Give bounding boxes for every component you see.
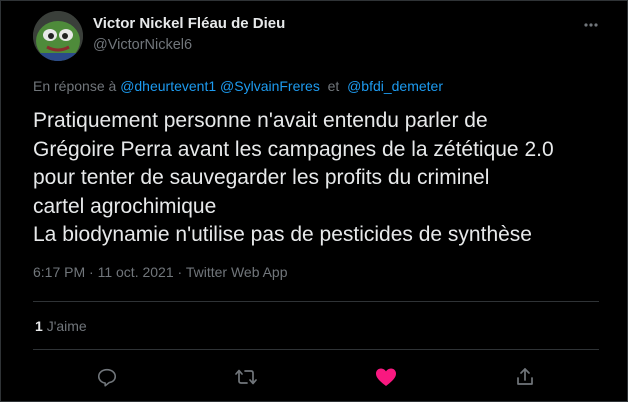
tweet-text-line: Pratiquement personne n'avait entendu pa… [33, 109, 488, 132]
more-icon[interactable] [579, 13, 603, 37]
avatar[interactable] [33, 11, 83, 61]
tweet-text: Pratiquement personne n'avait entendu pa… [33, 107, 613, 250]
meta-separator: · [89, 264, 94, 280]
reply-context: En réponse à @dheurtevent1 @SylvainFrere… [33, 78, 443, 94]
tweet-text-line: cartel agrochimique [33, 194, 217, 218]
share-icon[interactable] [511, 363, 539, 391]
likes-count: 1 [35, 318, 43, 334]
divider [33, 349, 599, 350]
author-name[interactable]: Victor Nickel Fléau de Dieu [93, 15, 285, 32]
reply-icon[interactable] [93, 363, 121, 391]
mention-link[interactable]: @dheurtevent1 [120, 78, 216, 94]
tweet-meta: 6:17 PM · 11 oct. 2021 · Twitter Web App [33, 264, 288, 280]
tweet-text-line: pour tenter de sauvegarder les profits d… [33, 166, 490, 189]
tweet-source[interactable]: Twitter Web App [186, 264, 288, 280]
reply-conjunction: et [327, 78, 340, 94]
tweet-date[interactable]: 11 oct. 2021 [98, 264, 174, 280]
tweet-time[interactable]: 6:17 PM [33, 264, 85, 280]
tweet-card: Victor Nickel Fléau de Dieu @VictorNicke… [0, 0, 628, 402]
mention-link[interactable]: @bfdi_demeter [347, 78, 443, 94]
likes-stat[interactable]: 1 J'aime [35, 318, 87, 334]
likes-label: J'aime [46, 318, 87, 334]
author-handle[interactable]: @VictorNickel6 [93, 37, 192, 53]
reply-prefix: En réponse à [33, 78, 117, 94]
tweet-text-line: La biodynamie n'utilise pas de pesticide… [33, 223, 532, 246]
retweet-icon[interactable] [232, 363, 260, 391]
meta-separator: · [177, 264, 183, 280]
heart-icon[interactable] [372, 363, 400, 391]
tweet-text-line: Grégoire Perra avant les campagnes de la… [33, 137, 554, 161]
divider [33, 301, 599, 302]
mention-link[interactable]: @SylvainFreres [220, 78, 320, 94]
